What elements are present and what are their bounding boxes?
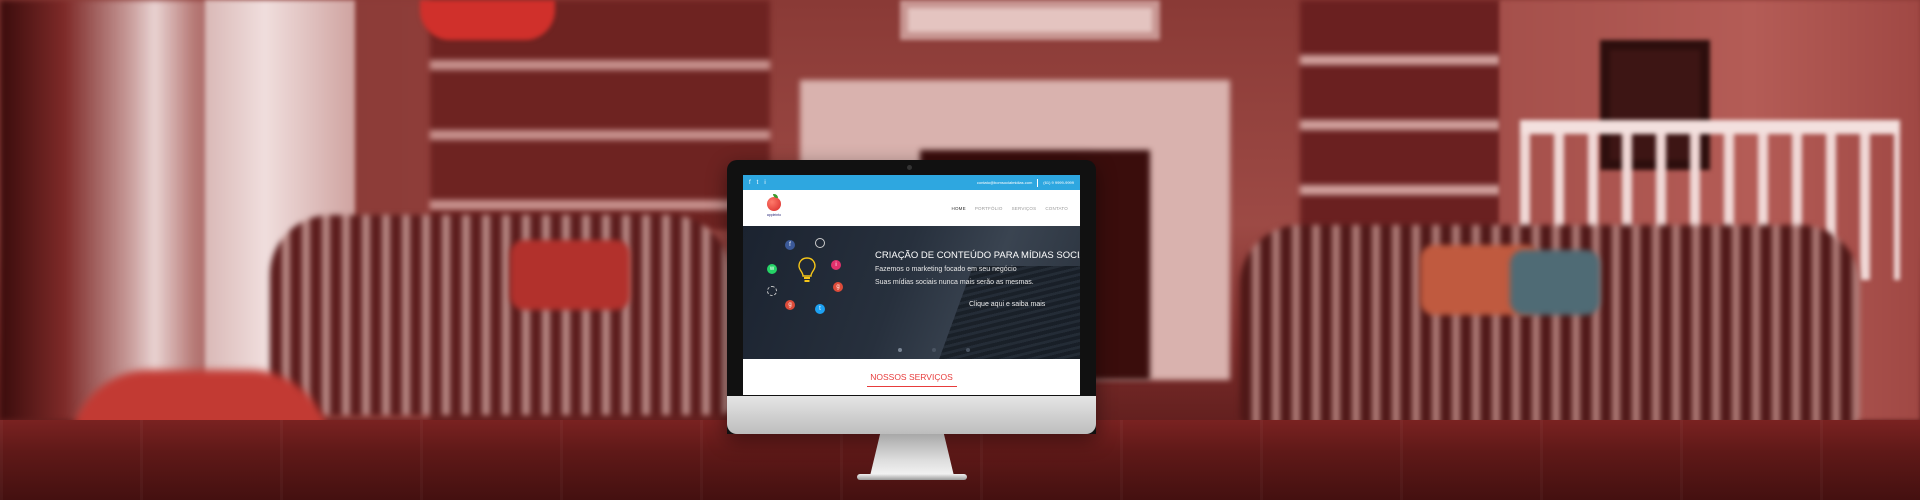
instagram-icon[interactable]: i (764, 180, 765, 186)
slider-dot[interactable] (898, 348, 902, 352)
instagram-icon: i (831, 260, 841, 270)
hero-banner: f w i g g t CRIAÇÃO DE CONTEÚDO PARA MÍD… (743, 226, 1080, 359)
services-section: NOSSOS SERVIÇOS (743, 359, 1080, 395)
hero-subtitle-line-1: Fazemos o marketing focado em seu negóci… (875, 266, 1017, 273)
logo-wordmark: appleinto (766, 213, 782, 217)
nav-menu: HOME PORTFÓLIO SERVIÇOS CONTATO (952, 206, 1068, 211)
background-cushion (1510, 250, 1600, 315)
phone-number: (61) 9 9999-9999 (1043, 180, 1074, 185)
imac-stand (870, 434, 954, 476)
google-plus-icon: g (833, 282, 843, 292)
hero-subtitle-line-2: Suas mídias sociais nunca mais serão as … (875, 279, 1034, 286)
twitter-icon: t (815, 304, 825, 314)
site-topbar: f t i contato@bomsocialmidias.com (61) 9… (743, 175, 1080, 190)
lightbulb-icon (798, 257, 816, 282)
nav-item-portfolio[interactable]: PORTFÓLIO (975, 206, 1003, 211)
website-screen: f t i contato@bomsocialmidias.com (61) 9… (743, 175, 1080, 395)
background-mirror (900, 0, 1160, 40)
camera-icon (907, 165, 912, 170)
imac-chin (727, 396, 1096, 434)
email-link[interactable]: contato@bomsocialmidias.com (977, 180, 1032, 185)
background-cushion (510, 240, 630, 310)
hero-cta-link[interactable]: Clique aqui e saiba mais (969, 301, 1045, 308)
imac-mockup: f t i contato@bomsocialmidias.com (61) 9… (727, 160, 1096, 480)
site-nav: appleinto HOME PORTFÓLIO SERVIÇOS CONTAT… (743, 190, 1080, 226)
nav-item-servicos[interactable]: SERVIÇOS (1012, 206, 1037, 211)
gear-icon (767, 286, 777, 296)
chat-icon (815, 238, 825, 248)
slider-dots (898, 348, 970, 352)
imac-stand-base (857, 474, 967, 480)
apple-logo-icon (767, 197, 781, 211)
contact-info: contato@bomsocialmidias.com (61) 9 9999-… (977, 178, 1074, 187)
google-plus-icon: g (785, 300, 795, 310)
twitter-icon[interactable]: t (757, 180, 759, 186)
nav-item-contato[interactable]: CONTATO (1045, 206, 1068, 211)
slider-dot[interactable] (932, 348, 936, 352)
services-title: NOSSOS SERVIÇOS (870, 372, 953, 382)
hero-title: CRIAÇÃO DE CONTEÚDO PARA MÍDIAS SOCIAIS (875, 250, 1080, 261)
divider (1037, 178, 1039, 187)
background-lamp (420, 0, 555, 40)
site-logo[interactable]: appleinto (759, 193, 789, 223)
social-links: f t i (749, 180, 766, 186)
facebook-icon[interactable]: f (749, 180, 751, 186)
facebook-icon: f (785, 240, 795, 250)
background-sofa-left (270, 215, 730, 415)
background-bookshelf-right (1300, 0, 1500, 260)
slider-dot[interactable] (966, 348, 970, 352)
whatsapp-icon: w (767, 264, 777, 274)
services-underline (867, 386, 957, 387)
nav-item-home[interactable]: HOME (952, 206, 966, 211)
